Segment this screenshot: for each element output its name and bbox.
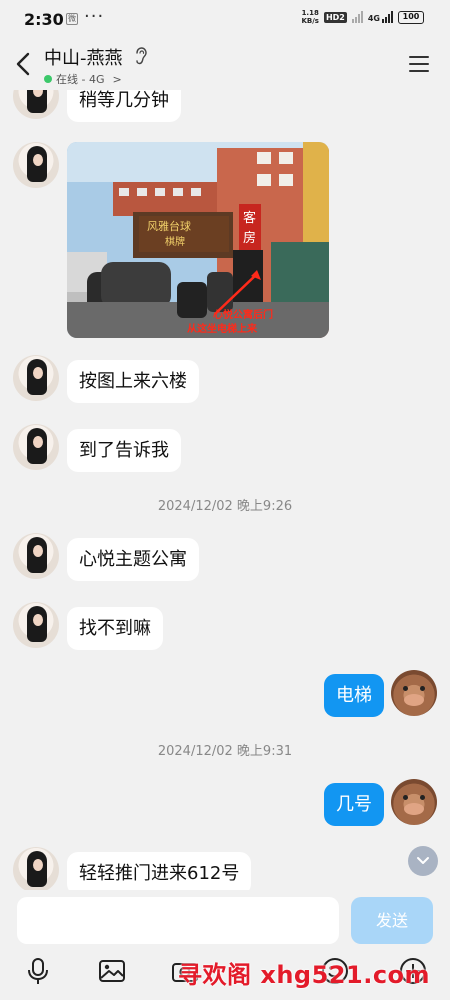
building-photo: 风雅台球 棋牌 客 房 心悦公寓后门 从这坐电梯上来 xyxy=(67,142,329,338)
contact-avatar[interactable] xyxy=(13,533,59,579)
online-status-row[interactable]: 在线 - 4G > xyxy=(44,71,122,87)
watermark-text: 寻欢阁 xhg521.com xyxy=(178,961,431,989)
shop-sign-sub: 棋牌 xyxy=(165,235,185,248)
status-indicators: 1.18 KB/s HD2 4G 100 xyxy=(301,9,424,25)
my-message-bubble[interactable]: 电梯 xyxy=(324,674,384,717)
chat-title[interactable]: 中山-燕燕 xyxy=(44,44,123,70)
chat-header: 中山-燕燕 在线 - 4G > xyxy=(0,38,450,90)
chevron-down-icon xyxy=(417,857,429,864)
back-arrow-icon[interactable] xyxy=(14,52,34,76)
network-type-block: 4G xyxy=(368,11,393,23)
hd-volte-badge: HD2 xyxy=(323,11,347,23)
net-speed-value: 1.18 xyxy=(301,9,319,17)
vertical-sign-2: 房 xyxy=(243,230,256,246)
message-bubble[interactable]: 轻轻推门进来612号 xyxy=(67,852,252,895)
menu-icon[interactable] xyxy=(409,56,429,72)
my-message-bubble[interactable]: 几号 xyxy=(324,783,384,826)
message-bubble[interactable]: 心悦主题公寓 xyxy=(67,538,199,581)
contact-avatar[interactable] xyxy=(13,602,59,648)
message-list[interactable]: 稍等几分钟 风雅台球 棋牌 客 房 心悦公寓后门 从这坐电梯上来 按图上来六楼 … xyxy=(0,73,450,895)
my-avatar[interactable] xyxy=(391,779,437,825)
contact-avatar[interactable] xyxy=(13,847,59,893)
signal-strength-icon-sim1 xyxy=(351,11,363,23)
net-speed-unit: KB/s xyxy=(301,17,319,25)
online-status: 在线 - 4G xyxy=(56,73,105,86)
network-speed: 1.18 KB/s xyxy=(301,9,318,25)
status-bar: 2:30 微 ··· 1.18 KB/s HD2 4G 100 xyxy=(0,0,450,38)
scroll-to-bottom-button[interactable] xyxy=(408,846,438,876)
more-notifications-icon: ··· xyxy=(84,6,105,27)
message-bubble[interactable]: 到了告诉我 xyxy=(67,429,181,472)
battery-icon: 100 xyxy=(398,10,424,24)
signal-strength-icon-sim2 xyxy=(382,11,393,23)
microphone-icon[interactable] xyxy=(23,956,53,986)
status-time: 2:30 xyxy=(24,10,64,29)
app-notification-icon: 微 xyxy=(66,13,78,25)
timestamp: 2024/12/02 晚上9:31 xyxy=(157,744,293,759)
message-input[interactable] xyxy=(17,897,339,944)
ear-icon xyxy=(136,47,147,65)
network-type: 4G xyxy=(367,14,380,23)
photo-message[interactable]: 风雅台球 棋牌 客 房 心悦公寓后门 从这坐电梯上来 xyxy=(67,142,329,338)
image-icon[interactable] xyxy=(97,956,127,986)
photo-annotation-1: 心悦公寓后门 xyxy=(213,308,273,321)
contact-avatar[interactable] xyxy=(13,355,59,401)
timestamp: 2024/12/02 晚上9:26 xyxy=(157,499,293,514)
send-button[interactable]: 发送 xyxy=(351,897,433,944)
vertical-sign-1: 客 xyxy=(243,210,256,226)
shop-sign: 风雅台球 xyxy=(147,219,191,233)
my-avatar[interactable] xyxy=(391,670,437,716)
message-bubble[interactable]: 找不到嘛 xyxy=(67,607,163,650)
chevron-right-icon: > xyxy=(112,72,122,86)
photo-annotation-2: 从这坐电梯上来 xyxy=(187,322,258,335)
online-dot-icon xyxy=(44,75,52,83)
contact-avatar[interactable] xyxy=(13,424,59,470)
message-bubble[interactable]: 按图上来六楼 xyxy=(67,360,199,403)
contact-avatar[interactable] xyxy=(13,142,59,188)
